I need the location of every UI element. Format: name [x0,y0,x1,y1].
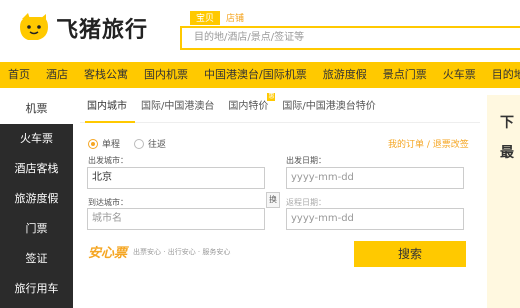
trip-type-group: 单程 往返 [88,137,180,150]
logo-text: 飞猪旅行 [56,18,149,43]
nav-item-train[interactable]: 火车票 [435,62,484,88]
nav-item-hotel[interactable]: 酒店 [38,62,76,88]
tab-divider [80,122,480,123]
anxin-title: 安心票 [88,246,128,261]
return-date-input[interactable]: yyyy-mm-dd [286,208,464,230]
sidebar-item-car[interactable]: 旅行用车 [0,274,73,304]
search-input[interactable]: 目的地/酒店/景点/签证等 [180,26,520,50]
swap-cities-button[interactable]: 换 [266,192,280,208]
tab-international[interactable]: 国际/中国港澳台 [134,96,221,118]
oneway-radio[interactable] [88,138,98,149]
active-tab-indicator [85,121,135,123]
tab-international-deals[interactable]: 国际/中国港澳台特价 [275,96,382,118]
anxin-subtitle: 出票安心 · 出行安心 · 服务安心 [133,247,231,256]
to-city-input[interactable]: 城市名 [87,208,265,230]
search-button[interactable]: 搜索 [354,241,466,267]
anxin-banner: 安心票 出票安心 · 出行安心 · 服务安心 [88,242,230,261]
sidebar: 火车票 酒店客栈 旅游度假 门票 签证 旅行用车 [0,124,73,308]
return-label: 往返 [148,140,167,150]
sidebar-item-hotel[interactable]: 酒店客栈 [0,154,73,184]
search-scope-tabs: 宝贝 店铺 [190,11,250,25]
deal-badge: 惠 [267,93,276,101]
from-city-input[interactable]: 北京 [87,167,265,189]
oneway-label: 单程 [102,140,121,150]
nav-item-home[interactable]: 首页 [0,62,38,88]
search-tab-items[interactable]: 宝贝 [190,11,221,25]
tab-domestic-deals-label: 国内特价 [228,101,269,112]
sidebar-item-visa[interactable]: 签证 [0,244,73,274]
nav-item-destination[interactable]: 目的地 [484,62,520,88]
main-nav: 首页 酒店 客栈公寓 国内机票 中国港澳台/国际机票 旅游度假 景点门票 火车票… [0,62,520,88]
nav-item-tickets[interactable]: 景点门票 [375,62,435,88]
to-city-label: 到达城市： [88,198,128,207]
return-radio[interactable] [134,138,145,149]
my-orders-link[interactable]: 我的订单 / 退票改签 [388,137,469,150]
promo-heading-char: 最 [500,145,514,161]
tab-domestic-deals[interactable]: 国内特价 惠 [221,93,276,118]
fliggy-logo-icon [18,13,52,43]
search-tab-shops[interactable]: 店铺 [220,11,250,25]
nav-item-vacation[interactable]: 旅游度假 [315,62,375,88]
depart-date-label: 出发日期： [286,156,326,165]
promo-heading-char: 下 [500,115,514,131]
logo[interactable]: 飞猪旅行 [18,12,148,44]
nav-item-inn[interactable]: 客栈公寓 [76,62,136,88]
sidebar-item-train[interactable]: 火车票 [0,124,73,154]
sidebar-item-flights[interactable]: 机票 [0,88,73,124]
sidebar-item-tickets[interactable]: 门票 [0,214,73,244]
site-header: 飞猪旅行 宝贝 店铺 目的地/酒店/景点/签证等 [0,0,520,62]
return-date-label: 返程日期： [286,198,326,207]
depart-date-input[interactable]: yyyy-mm-dd [286,167,464,189]
from-city-label: 出发城市： [88,156,128,165]
nav-item-domestic-flights[interactable]: 国内机票 [136,62,196,88]
flight-type-tabs: 国内城市 国际/中国港澳台 国内特价 惠 国际/中国港澳台特价 [80,93,383,118]
tab-domestic[interactable]: 国内城市 [80,96,134,118]
sidebar-item-vacation[interactable]: 旅游度假 [0,184,73,214]
nav-item-intl-flights[interactable]: 中国港澳台/国际机票 [196,62,315,88]
